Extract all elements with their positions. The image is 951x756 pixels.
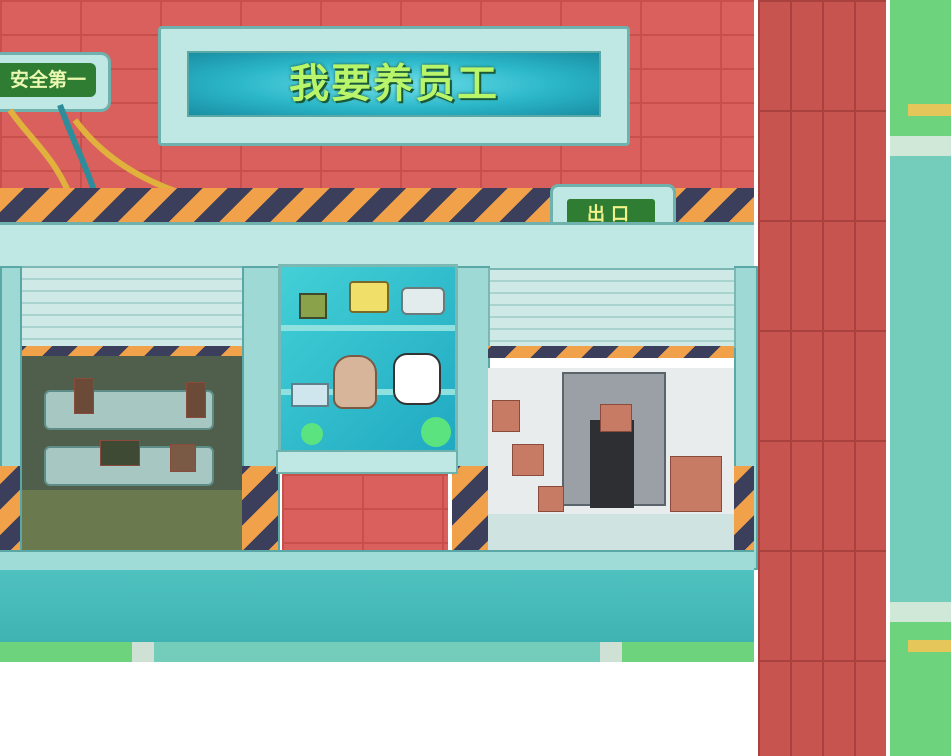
- toy-robot-icon: [299, 293, 327, 319]
- left-shutter-edge: [20, 346, 246, 356]
- storage-item: [170, 444, 196, 472]
- toy-plane-icon: [291, 383, 329, 407]
- display-base-brick: [282, 474, 448, 550]
- teal-lane: [154, 642, 600, 662]
- cargo-box: [538, 486, 564, 512]
- cargo-box: [512, 444, 544, 476]
- street-yellow-mark: [908, 640, 951, 652]
- display-sill: [276, 450, 458, 474]
- teddy-bear-icon: [333, 355, 377, 409]
- safety-sign-text: 安全第一: [0, 63, 96, 97]
- cargo-box: [600, 404, 632, 432]
- warehouse-floor: [488, 514, 734, 550]
- cargo-box: [492, 400, 520, 432]
- green-lane: [0, 642, 132, 662]
- toy-car-icon: [401, 287, 445, 315]
- display-shelf: [281, 325, 455, 331]
- storage-item: [100, 440, 140, 466]
- robot-dog-icon: [393, 353, 441, 405]
- street-teal: [890, 156, 951, 602]
- right-shutter: [488, 268, 736, 348]
- storage-floor: [20, 490, 246, 550]
- street-strip-light: [890, 602, 951, 622]
- storage-item: [186, 382, 206, 418]
- lane-divider: [600, 642, 622, 662]
- shop-banner: 我要养员工: [158, 26, 630, 146]
- cargo-box: [670, 456, 722, 512]
- storage-item: [74, 378, 94, 414]
- banner-screen: 我要养员工: [187, 51, 601, 117]
- warehouse-conveyor: [590, 420, 634, 508]
- left-shutter: [20, 266, 246, 350]
- sidewalk-floor: [0, 570, 754, 642]
- street-yellow-mark: [908, 104, 951, 116]
- brick-strip-tile: [758, 0, 886, 756]
- toy-truck-icon: [349, 281, 389, 313]
- banner-title: 我要养员工: [289, 61, 499, 107]
- toy-display-window: [278, 264, 458, 456]
- right-shutter-edge: [488, 346, 734, 358]
- green-lane: [622, 642, 754, 662]
- storefront-ledge: [0, 550, 754, 572]
- display-bubble: [421, 417, 451, 447]
- lane-divider: [132, 642, 154, 662]
- street-tile: [890, 0, 951, 756]
- display-bubble: [301, 423, 323, 445]
- street-strip-light: [890, 136, 951, 156]
